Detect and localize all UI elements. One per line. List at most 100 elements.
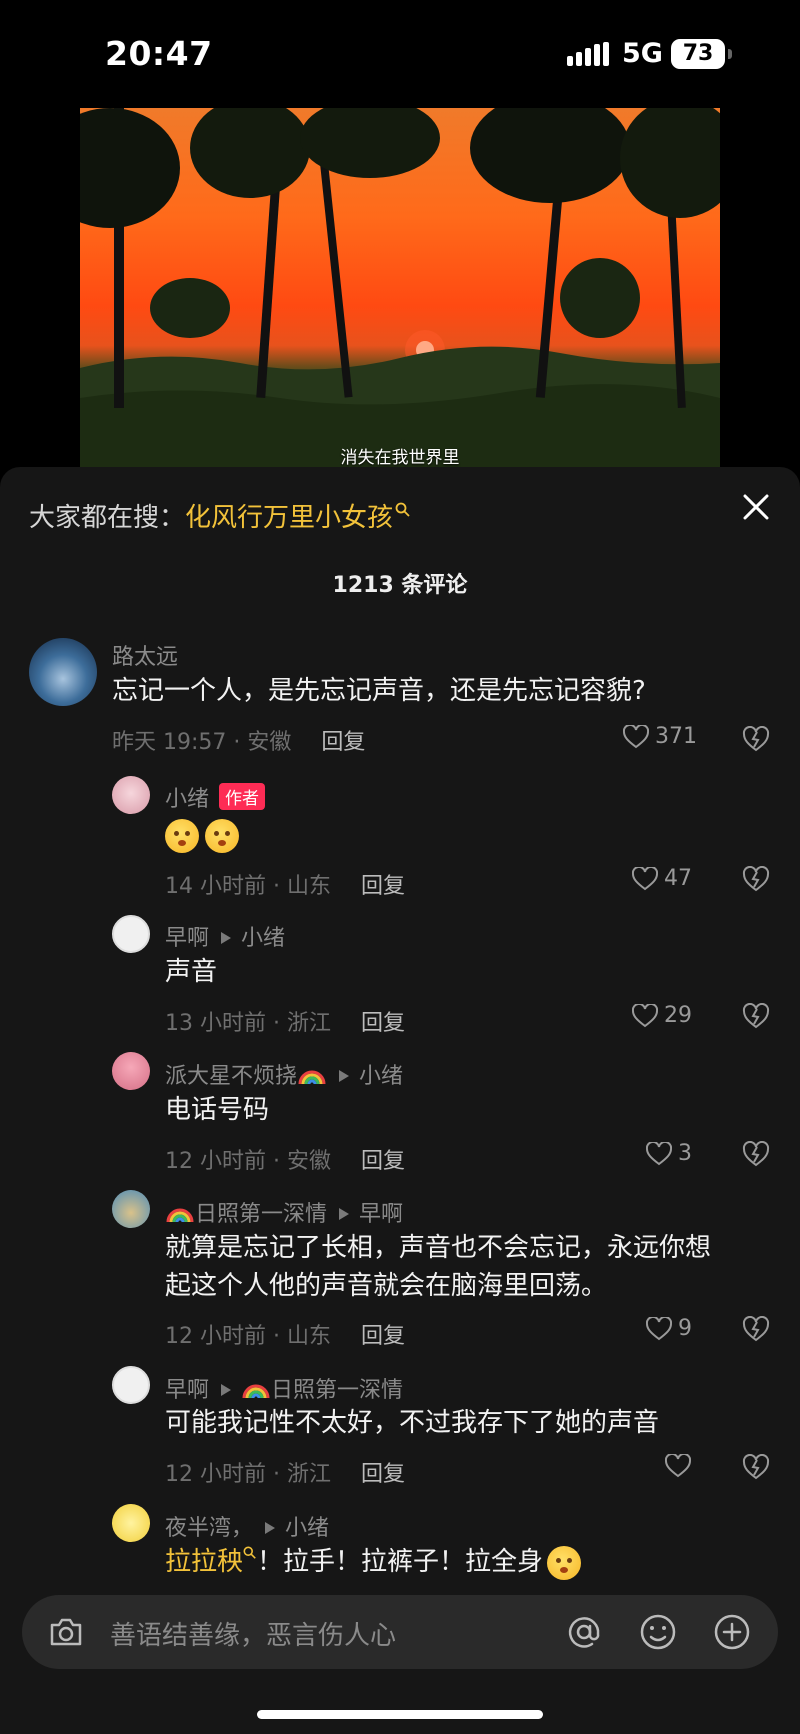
rainbow-icon: [242, 1384, 270, 1399]
like-button[interactable]: 29: [632, 1003, 692, 1028]
comment-text: 忘记一个人，是先忘记声音，还是先忘记容貌?: [112, 676, 646, 706]
reply-username[interactable]: 早啊 日照第一深情: [165, 1372, 403, 1404]
reply-username[interactable]: 小绪 作者: [165, 781, 266, 813]
battery-icon: 73: [671, 39, 732, 69]
reply-target[interactable]: 小绪: [241, 926, 285, 951]
reply-username[interactable]: 夜半湾， 小绪: [165, 1510, 329, 1542]
username-text: 日照第一深情: [195, 1202, 328, 1227]
dislike-icon[interactable]: [742, 1454, 770, 1480]
avatar[interactable]: [29, 638, 97, 706]
reply-text: 可能我记性不太好，不过我存下了她的声音: [165, 1408, 660, 1438]
reply-time-location: 14 小时前 · 山东: [165, 874, 331, 899]
reply-arrow-icon: [339, 1070, 350, 1082]
reply-text-line1: 就算是忘记了长相，声音也不会忘记，永远你想: [165, 1233, 712, 1263]
username-text: 夜半湾，: [165, 1516, 254, 1541]
username-text: 派大星不烦挠: [165, 1064, 298, 1089]
like-button[interactable]: 47: [632, 866, 692, 891]
like-count: 371: [655, 724, 697, 749]
avatar[interactable]: [112, 915, 150, 953]
comment-meta: 昨天 19:57 · 安徽 回复: [112, 724, 365, 756]
comment-count: 1213 条评论: [332, 573, 468, 598]
heart-icon: [632, 866, 658, 890]
reply-button[interactable]: 回复: [361, 1149, 405, 1174]
reply-username[interactable]: 派大星不烦挠 小绪: [165, 1058, 403, 1090]
username-text: 早啊: [165, 1378, 210, 1403]
reply-arrow-icon: [221, 932, 232, 944]
rainbow-icon: [298, 1070, 326, 1085]
reply-text: 声音: [165, 957, 218, 987]
reply-time-location: 12 小时前 · 安徽: [165, 1149, 331, 1174]
reply-button[interactable]: 回复: [361, 1462, 405, 1487]
reply-username[interactable]: 日照第一深情 早啊: [165, 1196, 403, 1228]
reply-time-location: 13 小时前 · 浙江: [165, 1011, 331, 1036]
dislike-icon[interactable]: [742, 1141, 770, 1167]
close-icon[interactable]: [740, 491, 772, 523]
reply-button[interactable]: 回复: [361, 1011, 405, 1036]
status-time: 20:47: [105, 34, 213, 73]
add-icon[interactable]: [712, 1612, 752, 1652]
heart-icon: [665, 1454, 691, 1478]
search-link[interactable]: 拉拉秧: [165, 1547, 243, 1577]
video-caption: 消失在我世界里: [340, 448, 460, 468]
reply-username[interactable]: 早啊 小绪: [165, 920, 285, 952]
home-indicator[interactable]: [257, 1710, 543, 1719]
reply-meta: 13 小时前 · 浙江 回复: [165, 1005, 405, 1037]
comment-input[interactable]: 善语结善缘，恶言伤人心: [110, 1615, 396, 1652]
mention-icon[interactable]: [564, 1612, 604, 1652]
avatar[interactable]: [112, 1190, 150, 1228]
reply-target[interactable]: 小绪: [285, 1516, 329, 1541]
sunset-scene: [80, 108, 720, 468]
like-count: 47: [664, 866, 692, 891]
avatar[interactable]: [112, 1504, 150, 1542]
avatar[interactable]: [112, 1366, 150, 1404]
reply-meta: 12 小时前 · 浙江 回复: [165, 1456, 405, 1488]
trending-search[interactable]: 大家都在搜：化风行万里小女孩: [29, 497, 411, 534]
trending-keyword[interactable]: 化风行万里小女孩: [185, 503, 393, 533]
video-player[interactable]: 消失在我世界里: [80, 108, 720, 468]
like-button[interactable]: [665, 1454, 697, 1478]
reply-meta: 14 小时前 · 山东 回复: [165, 868, 405, 900]
heart-icon: [646, 1316, 672, 1340]
reply-button[interactable]: 回复: [321, 730, 365, 755]
reply-time-location: 12 小时前 · 山东: [165, 1324, 331, 1349]
reply-target[interactable]: 早啊: [359, 1202, 403, 1227]
emoji-icon[interactable]: [638, 1612, 678, 1652]
pleading-emoji-icon: [205, 818, 239, 853]
status-bar: 20:47 5G 73: [0, 0, 800, 100]
avatar[interactable]: [112, 776, 150, 814]
comment-username[interactable]: 路太远: [112, 639, 178, 671]
like-count: 9: [678, 1316, 692, 1341]
heart-icon: [646, 1141, 672, 1165]
heart-icon: [632, 1003, 658, 1027]
reply-button[interactable]: 回复: [361, 874, 405, 899]
reply-text-line2: 起这个人他的声音就会在脑海里回荡。: [165, 1271, 608, 1301]
author-badge: 作者: [219, 783, 266, 810]
camera-icon[interactable]: [46, 1612, 86, 1652]
search-icon: [395, 502, 410, 517]
like-button[interactable]: 9: [646, 1316, 692, 1341]
reply-target[interactable]: 日照第一深情: [271, 1378, 403, 1403]
reply-emoji: [165, 816, 245, 854]
dislike-icon[interactable]: [742, 866, 770, 892]
reply-meta: 12 小时前 · 山东 回复: [165, 1318, 405, 1350]
reply-button[interactable]: 回复: [361, 1324, 405, 1349]
dislike-icon[interactable]: [742, 726, 770, 752]
like-button[interactable]: 371: [623, 724, 697, 749]
reply-meta: 12 小时前 · 安徽 回复: [165, 1143, 405, 1175]
like-count: 29: [664, 1003, 692, 1028]
search-icon: [243, 1546, 256, 1559]
dislike-icon[interactable]: [742, 1003, 770, 1029]
shocked-emoji-icon: [547, 1545, 582, 1580]
signal-icon: [567, 42, 609, 66]
reply-target[interactable]: 小绪: [359, 1064, 403, 1089]
reply-arrow-icon: [221, 1384, 232, 1396]
heart-icon: [623, 724, 649, 748]
comment-input-bar[interactable]: 善语结善缘，恶言伤人心: [22, 1595, 778, 1669]
reply-arrow-icon: [265, 1522, 276, 1534]
username-text: 小绪: [165, 787, 210, 812]
comment-time-location: 昨天 19:57 · 安徽: [112, 730, 292, 755]
reply-arrow-icon: [339, 1208, 350, 1220]
like-button[interactable]: 3: [646, 1141, 692, 1166]
dislike-icon[interactable]: [742, 1316, 770, 1342]
avatar[interactable]: [112, 1052, 150, 1090]
